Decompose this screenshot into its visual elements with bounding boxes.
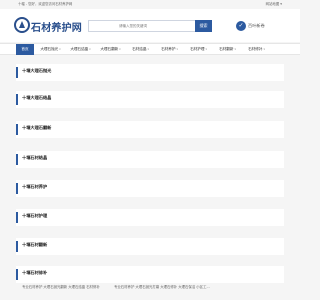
sitemap-link[interactable]: 网站地图 ▾: [266, 1, 282, 6]
section-title[interactable]: 十堰大理石结晶: [22, 95, 51, 101]
nav-item-stone-nursing[interactable]: 石材护理▾: [186, 44, 211, 55]
search-button[interactable]: 搜索: [195, 20, 212, 32]
section-title[interactable]: 十堰石材护理: [22, 213, 47, 219]
top-bar: 十堰 - 您好，欢迎您访问石材养护网 网站地图 ▾: [0, 0, 300, 9]
section-accent: [16, 154, 18, 165]
nav-label: 石材修补: [248, 47, 263, 51]
section-marble-polish: 十堰大理石抛光: [16, 64, 284, 81]
logo-icon: [14, 17, 30, 33]
chevron-down-icon: ▾: [263, 47, 265, 51]
logo-text: 石材养护网: [31, 23, 82, 34]
chevron-down-icon: ▾: [176, 47, 178, 51]
list-item[interactable]: 专业石材养护 大理石抛光打磨 大理石修补 大理石保洁 小区工...: [114, 284, 210, 289]
nav-label: 大理石翻新: [100, 47, 119, 51]
section-title[interactable]: 十堰石材修补: [22, 270, 47, 276]
nav-item-stone-renew[interactable]: 石材翻新▾: [215, 44, 240, 55]
section-link-list: 专业石材养护 大理石抛光翻新 大理石结晶 石材修补 专业石材养护 大理石抛光打磨…: [16, 284, 284, 292]
section-stone-crystal: 十堰石材结晶: [16, 151, 284, 168]
section-accent: [16, 94, 18, 105]
nav-item-marble-polish[interactable]: 大理石抛光▾: [36, 44, 65, 55]
search-form: 搜索: [88, 20, 212, 32]
section-stone-nursing: 十堰石材护理: [16, 209, 284, 226]
section-accent: [16, 241, 18, 252]
welcome-text: 十堰 - 您好，欢迎您访问石材养护网: [18, 2, 73, 6]
nav-label: 石材结晶: [132, 47, 147, 51]
chevron-down-icon: ▾: [205, 47, 207, 51]
section-accent: [16, 124, 18, 135]
nav-item-marble-renew[interactable]: 大理石翻新▾: [96, 44, 125, 55]
section-title[interactable]: 十堰大理石抛光: [22, 68, 51, 74]
section-accent: [16, 67, 18, 78]
nav-label: 首页: [21, 47, 29, 51]
nav-label: 石材翻新: [219, 47, 234, 51]
chevron-down-icon: ▾: [147, 47, 149, 51]
search-input[interactable]: [88, 20, 195, 32]
section-stone-repair: 十堰石材修补: [16, 266, 284, 283]
main-nav: 首页 大理石抛光▾ 大理石结晶▾ 大理石翻新▾ 石材结晶▾ 石材养护▾ 石材护理…: [0, 43, 300, 55]
nav-label: 石材养护: [161, 47, 176, 51]
nav-item-marble-crystal[interactable]: 大理石结晶▾: [66, 44, 95, 55]
section-title[interactable]: 十堰石材养护: [22, 184, 47, 190]
favorite-link[interactable]: ✓ 百叶新卷: [236, 21, 284, 31]
section-title[interactable]: 十堰石材结晶: [22, 155, 47, 161]
header: 石材养护网 搜索 ✓ 百叶新卷: [0, 9, 300, 42]
chevron-down-icon: ▾: [89, 47, 91, 51]
nav-item-stone-care[interactable]: 石材养护▾: [157, 44, 182, 55]
section-stone-renew: 十堰石材翻新: [16, 238, 284, 255]
nav-item-stone-crystal[interactable]: 石材结晶▾: [128, 44, 153, 55]
section-accent: [16, 269, 18, 280]
section-marble-renew: 十堰大理石翻新: [16, 121, 284, 138]
chevron-down-icon: ▾: [234, 47, 236, 51]
section-title[interactable]: 十堰石材翻新: [22, 242, 47, 248]
list-item[interactable]: 专业石材养护 大理石抛光翻新 大理石结晶 石材修补: [22, 284, 100, 289]
bookmark-icon: ✓: [236, 21, 246, 31]
section-title[interactable]: 十堰大理石翻新: [22, 125, 51, 131]
site-logo[interactable]: 石材养护网: [14, 17, 82, 34]
section-marble-crystal: 十堰大理石结晶: [16, 91, 284, 108]
chevron-down-icon: ▾: [119, 47, 121, 51]
favorite-label: 百叶新卷: [248, 23, 265, 28]
nav-label: 大理石结晶: [70, 47, 89, 51]
nav-label: 大理石抛光: [40, 47, 59, 51]
section-accent: [16, 183, 18, 194]
section-stone-care: 十堰石材养护: [16, 180, 284, 197]
nav-label: 石材护理: [190, 47, 205, 51]
nav-item-stone-repair[interactable]: 石材修补▾: [244, 44, 269, 55]
section-accent: [16, 212, 18, 223]
nav-item-home[interactable]: 首页: [16, 44, 34, 55]
chevron-down-icon: ▾: [59, 47, 61, 51]
